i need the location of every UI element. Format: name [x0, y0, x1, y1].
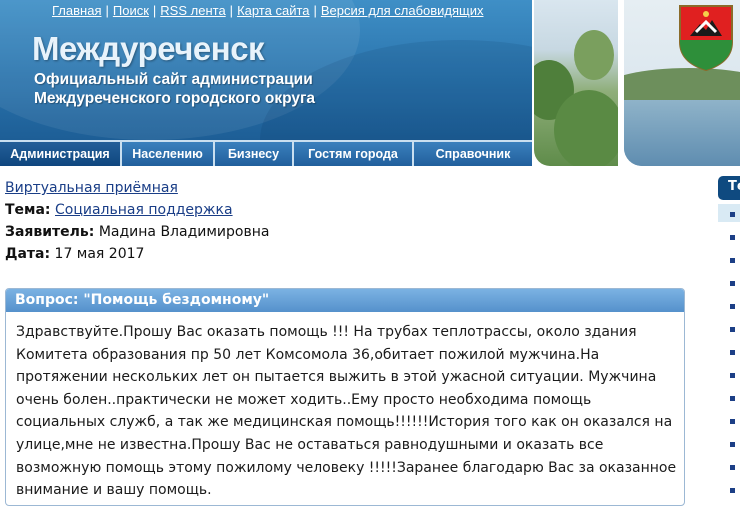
topic-row: Тема: Социальная поддержка [5, 202, 233, 218]
sidebar-bullet [730, 419, 735, 424]
link-rss[interactable]: RSS лента [160, 3, 225, 18]
link-separator: | [105, 3, 109, 18]
question-box: Вопрос: "Помощь бездомному" Здравствуйте… [5, 288, 685, 506]
main-nav: Администрация Населению Бизнесу Гостям г… [0, 140, 532, 166]
site-title[interactable]: Междуреченск [32, 30, 265, 68]
sidebar-header: Те [718, 176, 740, 200]
sidebar-bullet [730, 373, 735, 378]
applicant-label: Заявитель: [5, 224, 95, 240]
top-links: Главная | Поиск | RSS лента | Карта сайта | Верс… [52, 3, 484, 18]
site-subtitle-line2: Междуреченского городского округа [34, 90, 316, 107]
sidebar-bullet [730, 212, 735, 217]
sidebar-bullet [730, 258, 735, 263]
link-search[interactable]: Поиск [113, 3, 149, 18]
date-value: 17 мая 2017 [54, 246, 145, 262]
site-subtitle: Официальный сайт администрации Междурече… [34, 70, 315, 108]
sidebar-bullet [730, 442, 735, 447]
link-separator: | [152, 3, 157, 18]
date-label: Дата: [5, 246, 51, 262]
link-separator: | [313, 3, 317, 18]
site-subtitle-line1: Официальный сайт администрации [34, 71, 313, 88]
nav-directory[interactable]: Справочник [414, 140, 532, 166]
applicant-row: Заявитель: Мадина Владимировна [5, 224, 269, 240]
city-emblem-icon[interactable] [676, 2, 736, 72]
link-accessibility[interactable]: Версия для слабовидящих [321, 3, 484, 18]
date-row: Дата: 17 мая 2017 [5, 246, 144, 262]
header-photo-trees [534, 0, 618, 166]
sidebar-bullet [730, 327, 735, 332]
link-home[interactable]: Главная [52, 3, 101, 18]
nav-business[interactable]: Бизнесу [215, 140, 294, 166]
breadcrumb-virtual-reception[interactable]: Виртуальная приёмная [5, 180, 178, 196]
question-title: Вопрос: "Помощь бездомному" [6, 289, 684, 312]
nav-residents[interactable]: Населению [122, 140, 215, 166]
right-sidebar: Те [718, 176, 740, 510]
link-sitemap[interactable]: Карта сайта [237, 3, 309, 18]
question-text: Здравствуйте.Прошу Вас оказать помощь !!… [16, 324, 677, 499]
sidebar-bullet [730, 396, 735, 401]
sidebar-highlight-row[interactable] [718, 204, 740, 222]
tree-foliage [574, 30, 614, 80]
site-header: Главная | Поиск | RSS лента | Карта сайта | Верс… [0, 0, 740, 166]
applicant-name: Мадина Владимировна [98, 224, 270, 240]
sidebar-bullet [730, 465, 735, 470]
nav-guests[interactable]: Гостям города [294, 140, 414, 166]
topic-link[interactable]: Социальная поддержка [55, 202, 233, 218]
link-separator: | [229, 3, 234, 18]
sidebar-bullet [730, 281, 735, 286]
sidebar-bullet [730, 488, 735, 493]
topic-label: Тема: [5, 202, 51, 218]
sidebar-bullet [730, 350, 735, 355]
nav-administration[interactable]: Администрация [0, 140, 122, 166]
sidebar-bullet [730, 304, 735, 309]
tree-foliage [554, 90, 618, 166]
sidebar-bullet [730, 235, 735, 240]
river-water [624, 100, 740, 166]
